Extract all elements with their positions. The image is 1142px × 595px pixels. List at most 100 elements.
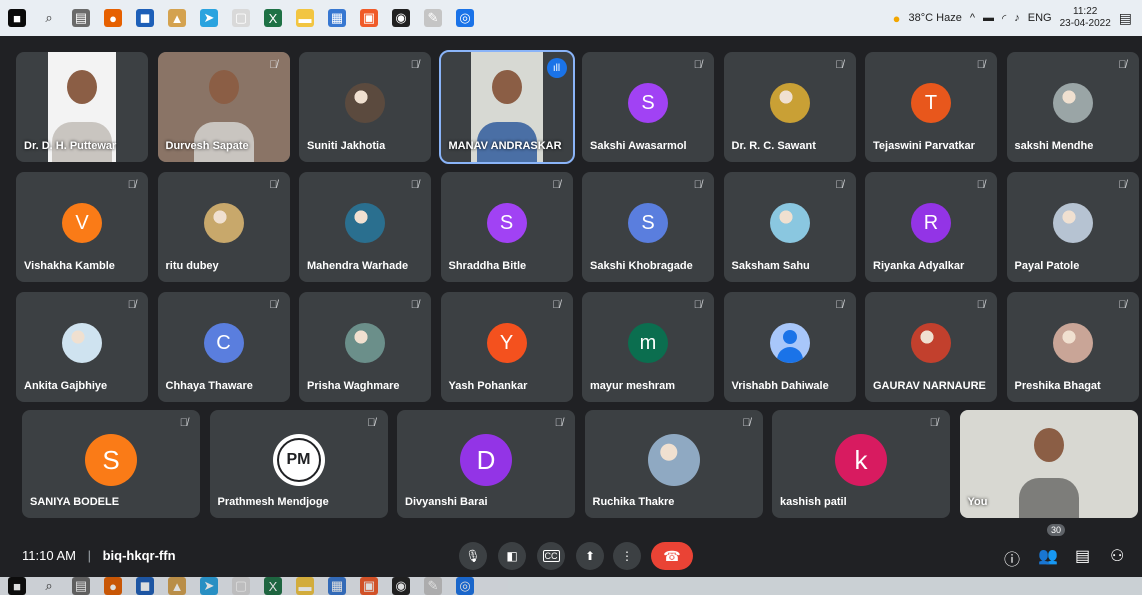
info-icon: ⓘ [1004,552,1021,569]
mic-off-icon: 🎙̸ [269,299,278,311]
app-icon[interactable]: ✎ [424,577,442,595]
firefox-icon[interactable]: ● [104,577,122,595]
excel-icon[interactable]: X [264,9,282,27]
participant-tile[interactable]: 🎙̸ Dr. R. C. Sawant [723,52,856,162]
camera-button[interactable]: ◧ [498,542,526,570]
calculator-icon[interactable]: ▤ [72,577,90,595]
app-icon[interactable]: ✎ [424,9,442,27]
telegram-icon[interactable]: ➤ [200,577,218,595]
app-icon[interactable]: ◉ [392,9,410,27]
telegram-icon[interactable]: ➤ [200,9,218,27]
participant-name: sakshi Mendhe [1014,140,1094,152]
participant-name: Saksham Sahu [731,260,810,272]
chrome-icon[interactable]: ◎ [456,9,474,27]
participant-tile[interactable]: R 🎙̸ Riyanka Adyalkar [865,172,997,282]
participant-tile[interactable]: 🎙̸ Prisha Waghmare [299,292,431,402]
app-icon[interactable]: ▲ [168,9,186,27]
microphone-button[interactable]: 🎙 [459,542,487,570]
participant-name: Vrishabh Dahiwale [731,380,829,392]
notification-icon[interactable]: ▤ [1119,10,1132,27]
participant-tile[interactable]: 🎙̸ Saksham Sahu [723,172,856,282]
participant-tile[interactable]: 🎙̸ Vrishabh Dahiwale [723,292,856,402]
volume-icon[interactable]: ♪ [1014,12,1020,24]
language-indicator[interactable]: ENG [1028,12,1052,24]
participant-name: Mahendra Warhade [307,260,409,272]
app-icon[interactable]: ◼ [136,577,154,595]
windows-start-icon[interactable]: ■ [8,577,26,595]
participant-tile[interactable]: V 🎙̸ Vishakha Kamble [16,172,148,282]
participant-tile[interactable]: 🎙̸ ritu dubey [157,172,290,282]
folder-icon[interactable]: ▬ [296,577,314,595]
app-icon[interactable]: ▲ [168,577,186,595]
participant-tile[interactable]: S 🎙̸ Sakshi Awasarmol [582,52,714,162]
mic-off-icon: 🎙̸ [1118,179,1127,191]
participant-tile[interactable]: 🎙̸ Ankita Gajbhiye [16,292,148,402]
participant-tile[interactable]: 🎙̸ Preshika Bhagat [1006,292,1139,402]
tray-arrow-icon[interactable]: ^ [970,12,975,24]
participant-tile[interactable]: You [959,410,1138,518]
clock[interactable]: 11:22 23-04-2022 [1060,6,1111,30]
participant-tile[interactable]: 🎙̸ sakshi Mendhe [1006,52,1139,162]
participant-tile[interactable]: S 🎙̸ SANIYA BODELE [22,410,200,518]
participant-tile[interactable]: 🎙̸ Suniti Jakhotia [299,52,431,162]
participant-tile[interactable]: D 🎙̸ Divyanshi Barai [397,410,575,518]
participant-tile[interactable]: S 🎙̸ Shraddha Bitle [440,172,573,282]
app-icon[interactable]: ▦ [328,9,346,27]
chat-icon[interactable]: ▢ [232,9,250,27]
participant-name: SANIYA BODELE [30,496,120,508]
folder-icon[interactable]: ▬ [296,9,314,27]
chat-icon: ▤ [1075,548,1091,565]
chrome-icon[interactable]: ◎ [456,577,474,595]
meeting-details-button[interactable]: ⓘ [1004,546,1020,570]
search-icon[interactable]: ⌕ [40,577,58,595]
participant-tile[interactable]: 🎙̸ Ruchika Thakre [584,410,763,518]
mic-off-icon: 🎙̸ [410,299,419,311]
participant-avatar: V [62,203,102,243]
captions-button[interactable]: CC [537,542,565,570]
participant-tile[interactable]: S 🎙̸ Sakshi Khobragade [582,172,714,282]
mic-off-icon: 🎙̸ [552,299,561,311]
activities-button[interactable]: ⚇ [1110,546,1124,566]
meeting-control-bar: 11:10 AM | biq-hkqr-ffn 🎙 ◧ CC ⬆ ⋮ ☎ ⓘ 👥… [0,524,1142,577]
app-icon[interactable]: ▦ [328,577,346,595]
firefox-icon[interactable]: ● [104,9,122,27]
chat-icon[interactable]: ▢ [232,577,250,595]
participant-tile[interactable]: 🎙̸ Mahendra Warhade [299,172,431,282]
participant-name: kashish patil [780,496,847,508]
app-icon[interactable]: ▣ [360,577,378,595]
calculator-icon[interactable]: ▤ [72,9,90,27]
chat-button[interactable]: ▤ [1075,546,1090,566]
participant-tile[interactable]: 🎙̸ Payal Patole [1006,172,1139,282]
participant-tile[interactable]: C 🎙̸ Chhaya Thaware [157,292,290,402]
participant-photo [345,323,385,363]
participant-tile[interactable]: ıll MANAV ANDRASKAR [438,50,575,164]
windows-start-icon[interactable]: ■ [8,9,26,27]
network-icon[interactable]: ◜ [1002,12,1006,25]
search-icon[interactable]: ⌕ [40,9,58,27]
app-icon[interactable]: ◉ [392,577,410,595]
weather-text[interactable]: 38°C Haze [909,12,962,24]
participant-avatar: PM [272,434,325,486]
person-silhouette [208,70,239,104]
meeting-code: biq-hkqr-ffn [102,548,176,563]
present-icon: ⬆ [584,549,596,563]
participant-tile[interactable]: T 🎙̸ Tejaswini Parvatkar [865,52,997,162]
participant-tile[interactable]: PM 🎙̸ Prathmesh Mendjoge [209,410,388,518]
participant-name: Prathmesh Mendjoge [217,496,329,508]
participant-tile[interactable]: Dr. D. H. Puttewar [16,52,148,162]
people-button[interactable]: 👥 [1038,546,1058,566]
participant-name: MANAV ANDRASKAR [448,140,562,152]
participant-tile[interactable]: 🎙̸ Durvesh Sapate [157,52,290,162]
app-icon[interactable]: ◼ [136,9,154,27]
present-button[interactable]: ⬆ [576,542,604,570]
leave-call-button[interactable]: ☎ [651,542,693,570]
more-options-button[interactable]: ⋮ [613,542,641,570]
participant-tile[interactable]: Y 🎙̸ Yash Pohankar [440,292,573,402]
app-icon[interactable]: ▣ [360,9,378,27]
participant-name: Suniti Jakhotia [307,140,386,152]
battery-icon[interactable]: ▬ [983,12,994,24]
excel-icon[interactable]: X [264,577,282,595]
participant-tile[interactable]: k 🎙̸ kashish patil [772,410,950,518]
participant-tile[interactable]: m 🎙̸ mayur meshram [582,292,714,402]
participant-tile[interactable]: 🎙̸ GAURAV NARNAURE [865,292,997,402]
